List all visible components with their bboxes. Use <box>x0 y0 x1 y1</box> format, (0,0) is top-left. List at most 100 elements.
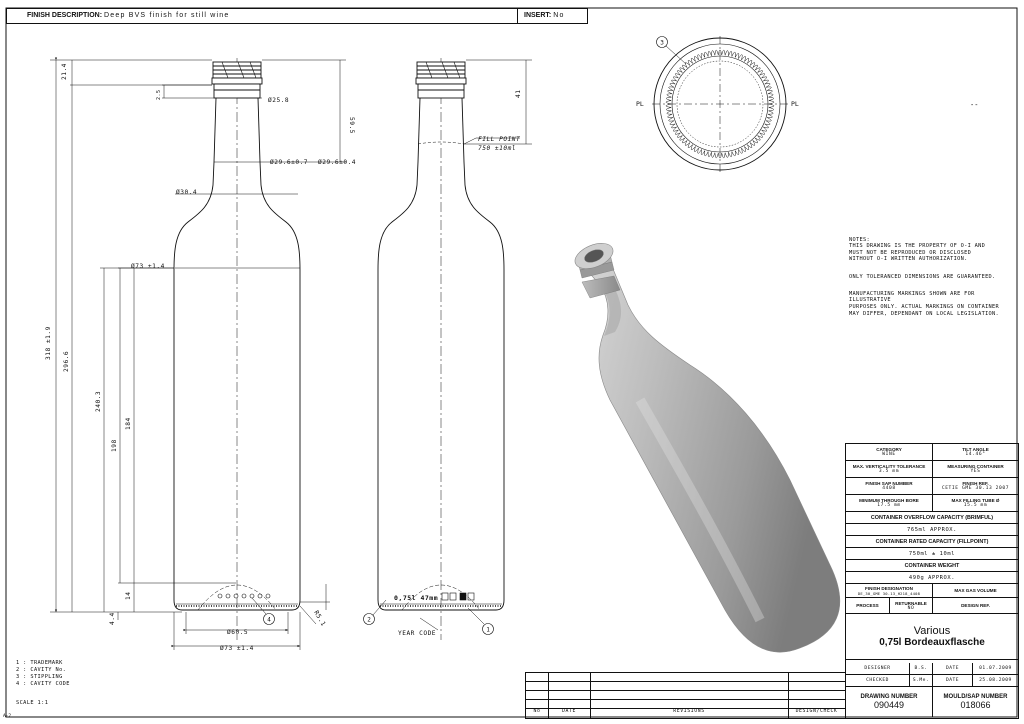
bottle-3d-render <box>574 243 841 653</box>
stipple-mark <box>707 151 712 158</box>
stipple-mark <box>666 96 672 101</box>
container-weight-label: CONTAINER WEIGHT <box>904 562 960 569</box>
finish-top-view <box>652 36 788 172</box>
min-bore-value: 17.5 mm <box>877 503 901 508</box>
stipple-mark <box>768 96 774 101</box>
verticality-value: 3.5 mm <box>878 469 900 474</box>
stipple-mark <box>707 50 712 57</box>
process-label: PROCESS <box>856 603 879 608</box>
stipple-mark <box>711 50 716 56</box>
stipple-mark <box>734 149 740 155</box>
dim-diameter-29-6-a: Ø29.6±0.7 <box>270 158 308 166</box>
drawing-notes: NOTES: THIS DRAWING IS THE PROPERTY OF O… <box>849 230 1019 328</box>
front-view-bottle <box>173 58 301 640</box>
stipple-mark <box>768 107 774 112</box>
stipple-mark <box>767 93 774 98</box>
stipple-mark <box>667 113 673 118</box>
callout-4-label: 4 <box>267 617 271 624</box>
legend-item-trademark: 1 : TRADEMARK <box>16 660 63 666</box>
stipple-mark <box>668 117 674 122</box>
stipple-mark <box>731 150 736 157</box>
mould-number-value: 018066 <box>960 700 991 710</box>
stipple-mark <box>721 49 726 56</box>
stipple-mark <box>666 93 673 98</box>
checked-date-label: DATE <box>945 678 960 683</box>
parting-line-left: PL <box>636 100 644 108</box>
finish-designation-value: DE_30_GME 30.13_H218_4408 <box>857 590 921 596</box>
stipple-mark <box>704 150 709 157</box>
dim-4-4: 4.4 <box>109 612 116 625</box>
callout-3: 3 <box>656 36 668 48</box>
stipple-mark <box>721 152 726 159</box>
stipple-mark <box>714 152 719 159</box>
legend-item-stippling: 3 : STIPPLING <box>16 674 63 680</box>
scale-label: SCALE 1:1 <box>16 700 49 706</box>
callout-4: 4 <box>251 597 275 625</box>
stipple-mark <box>724 152 729 158</box>
stipple-mark <box>728 50 733 57</box>
note-markings: MANUFACTURING MARKINGS SHOWN ARE FOR ILL… <box>849 290 1000 317</box>
callout-3-label: 3 <box>660 40 664 47</box>
checked-date-value: 25.08.2009 <box>979 678 1012 683</box>
max-gas-volume-label: MAX GAS VOLUME <box>954 588 997 593</box>
rated-capacity-value: 750ml ± 10ml <box>908 550 956 557</box>
dim-21-4: 21.4 <box>61 63 68 80</box>
stipple-mark <box>668 86 674 91</box>
stipple-mark <box>767 110 774 115</box>
stipple-mark <box>704 51 709 58</box>
designer-label: DESIGNER <box>864 666 891 671</box>
stipple-mark <box>734 53 740 59</box>
stipple-mark <box>711 152 716 158</box>
stipple-mark <box>714 49 719 56</box>
dim-14: 14 <box>125 592 132 600</box>
dim-184: 184 <box>125 417 132 430</box>
drawing-title-line1: Various <box>913 625 951 637</box>
dim-diameter-29-6-b: Ø29.6±0.4 <box>318 158 356 166</box>
dim-240-3: 240.3 <box>95 391 102 412</box>
drawing-title-line2: 0,75l Bordeauxflasche <box>879 637 985 648</box>
dim-2-5: 2.5 <box>156 89 162 100</box>
design-date-value: 01.07.2009 <box>979 666 1012 671</box>
drawing-sheet: FINISH DESCRIPTION: Deep BVS finish for … <box>0 0 1024 724</box>
measuring-container-value: YES <box>970 469 981 474</box>
callout-1: 1 <box>482 623 494 635</box>
fill-point-value: 750 ±10ml <box>478 145 516 152</box>
filling-tube-value: 15.5 mm <box>963 503 988 508</box>
dim-radius-5-1: R5.1 <box>312 610 327 628</box>
stipple-mark <box>666 110 673 115</box>
stipple-mark <box>728 151 733 158</box>
dim-296-6: 296.6 <box>63 351 70 372</box>
year-code-label: YEAR CODE <box>398 630 436 637</box>
checked-value: S.Me. <box>912 678 930 683</box>
dim-318: 318 ±1.9 <box>45 326 52 360</box>
placeholder-dash: -- <box>970 101 978 109</box>
rated-capacity-label: CONTAINER RATED CAPACITY (FILLPOINT) <box>875 538 989 545</box>
front-view-dimensions <box>50 57 346 650</box>
stipple-mark <box>667 90 673 95</box>
dim-41: 41 <box>515 90 522 98</box>
stipple-mark <box>768 103 775 108</box>
overflow-capacity-value: 765ml APPROX. <box>907 526 957 533</box>
callout-2-label: 2 <box>367 617 371 624</box>
container-weight-value: 490g APPROX. <box>908 574 956 581</box>
legend-item-cavity-code: 4 : CAVITY CODE <box>16 681 70 687</box>
emboss-text: 0,75l 47mm <box>394 594 438 602</box>
fill-point-label: FILL POINT <box>478 136 521 143</box>
parting-line-right: PL <box>791 100 799 108</box>
revision-col-date: DATE <box>562 709 576 714</box>
revision-col-design-check: DESIGN/CHECK <box>795 709 838 714</box>
returnable-value: NO <box>907 605 915 611</box>
stipple-mark <box>666 107 672 112</box>
callout-2: 2 <box>363 599 387 625</box>
stipple-mark <box>700 53 706 59</box>
tilt-angle-value: 14.46° <box>965 452 986 457</box>
dim-diameter-73-upper: Ø73 ±1.4 <box>131 262 165 270</box>
stipple-mark <box>767 113 773 118</box>
category-value: WINE <box>882 452 896 457</box>
dim-diameter-60-5: Ø60.5 <box>227 628 248 636</box>
callout-1-label: 1 <box>486 627 490 634</box>
callout-legend: 1 : TRADEMARK 2 : CAVITY No. 3 : STIPPLI… <box>16 660 70 688</box>
stipple-mark <box>700 149 706 155</box>
note-property: NOTES: THIS DRAWING IS THE PROPERTY OF O… <box>849 236 986 263</box>
stipple-mark <box>724 50 729 56</box>
